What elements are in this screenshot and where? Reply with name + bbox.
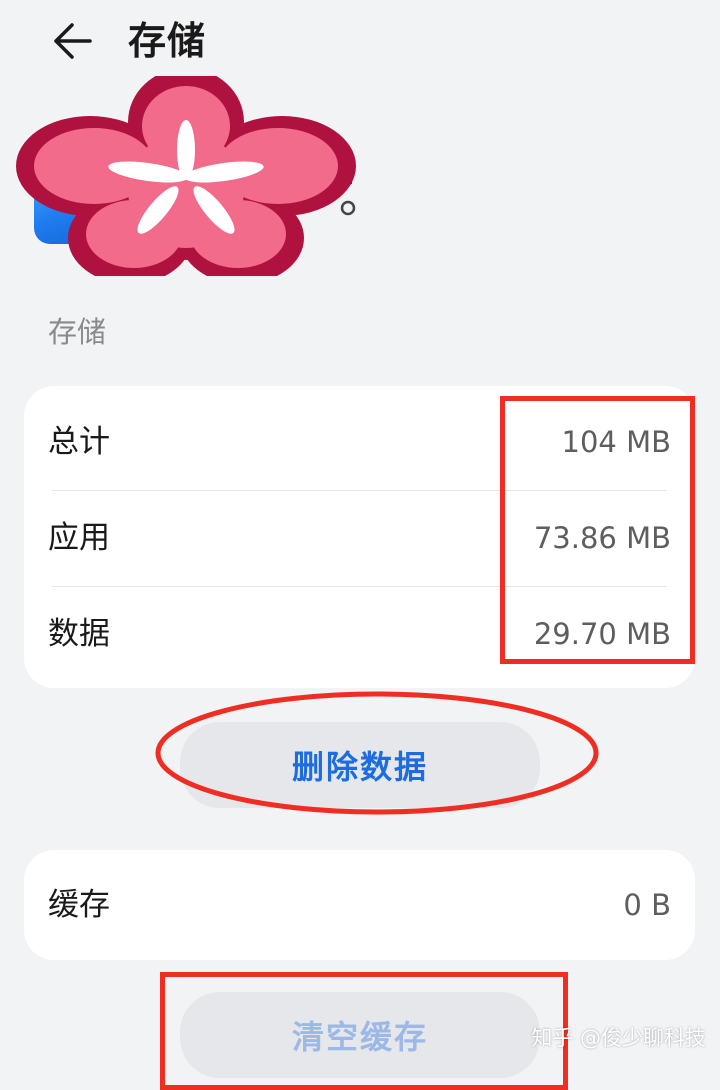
row-label: 数据 [48, 616, 110, 652]
row-label: 应用 [48, 520, 110, 556]
cache-row: 缓存 0 B [24, 857, 695, 953]
back-button[interactable] [40, 12, 104, 70]
flower-sticker [16, 76, 356, 276]
row-label: 总计 [48, 424, 110, 460]
annotation-rectangle-values [500, 396, 695, 664]
row-value: 0 B [623, 888, 671, 922]
row-label: 缓存 [48, 887, 110, 923]
cache-card: 缓存 0 B [24, 850, 695, 960]
annotation-rectangle-clear [160, 972, 568, 1090]
watermark: 知乎 @俊少聊科技 [531, 1026, 706, 1050]
arrow-left-icon [54, 23, 92, 59]
annotation-ellipse [155, 691, 599, 815]
section-label: 存储 [48, 315, 107, 349]
page-title: 存储 [128, 19, 207, 63]
